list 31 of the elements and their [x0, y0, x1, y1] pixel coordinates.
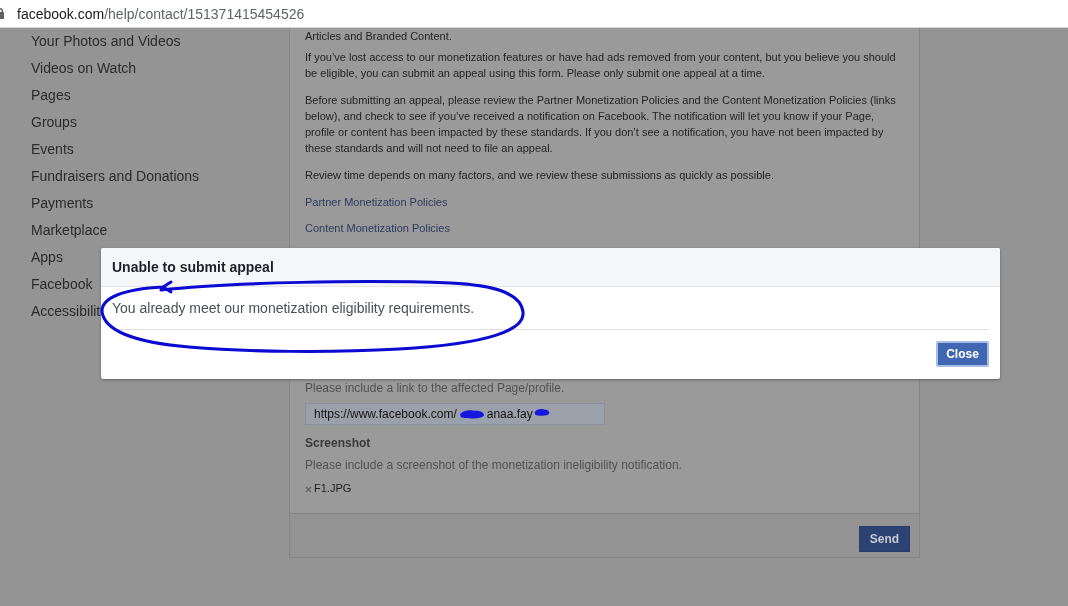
file-name: F1.JPG	[314, 482, 352, 494]
close-button[interactable]: Close	[936, 341, 989, 367]
paragraph: Articles and Branded Content.	[305, 29, 452, 44]
lock-icon	[0, 8, 5, 19]
send-button[interactable]: Send	[859, 526, 910, 552]
address-bar-url[interactable]: facebook.com/help/contact/151371415454526	[17, 5, 305, 22]
policy-link[interactable]: Content Monetization Policies	[305, 220, 450, 236]
paragraph: Before submitting an appeal, please review the Partner Monetization Policies and the Content Monetization Policies (links below), and check to see if you’ve received a notification on Facebook. The notification will let you know if your Page, profile or content has been impacted by these standards. If you don’t see a notification, you have not been impacted by these standards and will not need to file an appeal.	[305, 93, 897, 156]
dialog-message: You already meet our monetization eligibility requirements.	[112, 299, 476, 317]
sidebar-link[interactable]: Videos on Watch	[31, 55, 137, 82]
field-label: Please include a link to the affected Page/profile.	[305, 380, 565, 396]
dialog-title: Unable to submit appeal	[112, 259, 274, 275]
paragraph: If you’ve lost access to our monetization features or have had ads removed from your content, but you believe you should be eligible, you can submit an appeal using this form. Please only submit one appeal at a time.	[305, 50, 897, 81]
url-input-field[interactable]: https://www.facebook.com/ anaa.fay	[305, 403, 605, 425]
section-heading: Screenshot	[305, 435, 371, 451]
sidebar-link[interactable]: Marketplace	[31, 217, 108, 244]
sidebar-link[interactable]: Accessibilit	[31, 298, 101, 325]
sidebar-link[interactable]: Apps	[31, 244, 63, 271]
sidebar-link[interactable]: Your Photos and Videos	[31, 28, 181, 55]
sidebar-link[interactable]: Groups	[31, 109, 77, 136]
sidebar-link[interactable]: Payments	[31, 190, 94, 217]
sidebar-link[interactable]: Events	[31, 136, 74, 163]
paragraph: Review time depends on many factors, and we review these submissions as quickly as possible.	[305, 168, 774, 183]
sidebar-link[interactable]: Fundraisers and Donations	[31, 163, 200, 190]
redaction-scribble	[458, 408, 485, 420]
cross-icon[interactable]	[305, 485, 312, 493]
redaction-scribble	[533, 407, 550, 417]
sidebar-link[interactable]: Pages	[31, 82, 71, 109]
sidebar-link[interactable]: Facebook	[31, 271, 93, 298]
field-hint: Please include a screenshot of the monetization ineligibility notification.	[305, 457, 682, 473]
policy-link[interactable]: Partner Monetization Policies	[305, 194, 448, 210]
